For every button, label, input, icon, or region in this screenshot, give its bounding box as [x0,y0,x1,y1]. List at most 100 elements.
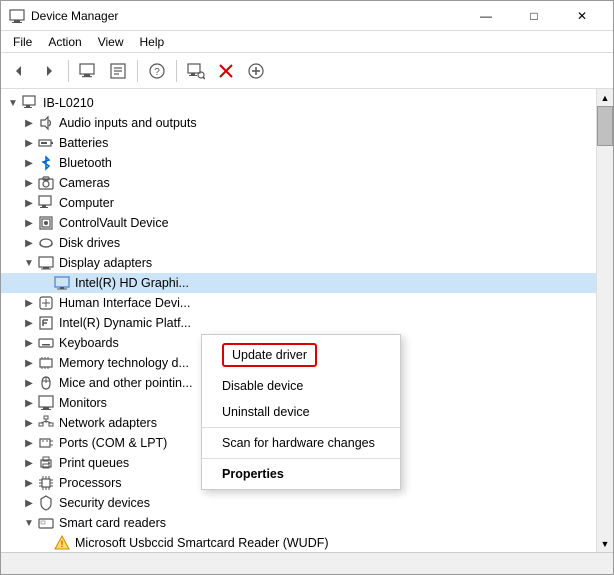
svg-text:?: ? [154,67,160,78]
expander[interactable]: ▶ [21,495,37,511]
root-expander[interactable]: ▼ [5,95,21,111]
intel-icon [37,314,55,332]
root-label: IB-L0210 [43,96,94,110]
window-controls: — □ ✕ [463,1,605,31]
item-label: Smart card readers [59,516,166,530]
context-disable-device[interactable]: Disable device [202,373,400,399]
list-item[interactable]: ▼ Smart card readers [1,513,596,533]
minimize-button[interactable]: — [463,1,509,31]
display-item-icon [53,274,71,292]
scroll-thumb[interactable] [597,106,613,146]
expander[interactable]: ▶ [21,155,37,171]
close-button[interactable]: ✕ [559,1,605,31]
expander[interactable]: ▶ [21,195,37,211]
expander[interactable]: ▶ [21,315,37,331]
item-label: Computer [59,196,114,210]
item-label: Processors [59,476,122,490]
update-driver-label[interactable]: Update driver [222,343,317,367]
print-icon [37,454,55,472]
menu-help[interactable]: Help [132,33,173,51]
expander[interactable]: ▼ [21,255,37,271]
delete-btn[interactable] [212,57,240,85]
expander[interactable]: ▶ [21,135,37,151]
list-item[interactable]: ▶ Bluetooth [1,153,596,173]
list-item[interactable]: ▶ Intel(R) Dynamic Platf... [1,313,596,333]
context-uninstall-device[interactable]: Uninstall device [202,399,400,425]
ports-icon [37,434,55,452]
menu-file[interactable]: File [5,33,40,51]
toolbar: ? [1,53,613,89]
toolbar-sep-1 [68,60,69,82]
scan-btn[interactable] [182,57,210,85]
help-btn[interactable]: ? [143,57,171,85]
expander[interactable]: ▶ [21,215,37,231]
expander[interactable]: ▶ [21,335,37,351]
status-bar [1,552,613,574]
item-label: Memory technology d... [59,356,189,370]
expander[interactable]: ▶ [21,395,37,411]
item-label: Audio inputs and outputs [59,116,197,130]
menu-bar: File Action View Help [1,31,613,53]
context-update-driver[interactable]: Update driver [202,337,400,373]
battery-icon [37,134,55,152]
context-scan-hardware[interactable]: Scan for hardware changes [202,430,400,456]
expander[interactable]: ▼ [21,515,37,531]
expander[interactable]: ▶ [21,295,37,311]
add-btn[interactable] [242,57,270,85]
list-item[interactable]: ▶ Audio inputs and outputs [1,113,596,133]
vertical-scrollbar[interactable]: ▲ ▼ [596,89,613,552]
item-label: Disk drives [59,236,120,250]
list-item[interactable]: ▶ Batteries [1,133,596,153]
item-label: Security devices [59,496,150,510]
monitor-icon [37,394,55,412]
list-item[interactable]: ▶ Disk drives [1,233,596,253]
expander[interactable]: ▶ [21,415,37,431]
audio-icon [37,114,55,132]
disk-icon [37,234,55,252]
security-icon [37,494,55,512]
smartcard-icon [37,514,55,532]
scroll-up-button[interactable]: ▲ [597,89,613,106]
expander[interactable]: ▶ [21,115,37,131]
computer-icon [37,194,55,212]
list-item[interactable]: ▶ ControlVault Device [1,213,596,233]
hid-icon [37,294,55,312]
item-label: Human Interface Devi... [59,296,190,310]
context-menu: Update driver Disable device Uninstall d… [201,334,401,490]
expander[interactable]: ▶ [21,355,37,371]
tree-root[interactable]: ▼ IB-L0210 [1,93,596,113]
list-item[interactable]: ▶ Human Interface Devi... [1,293,596,313]
expander[interactable]: ▶ [21,455,37,471]
menu-action[interactable]: Action [40,33,89,51]
list-item[interactable]: ▶ Cameras [1,173,596,193]
properties-btn[interactable] [104,57,132,85]
expander[interactable]: ▶ [21,375,37,391]
menu-view[interactable]: View [90,33,132,51]
expander[interactable]: ▶ [21,435,37,451]
list-item[interactable]: ▶ Security devices [1,493,596,513]
list-item[interactable]: ▶ Intel(R) HD Graphi... [1,273,596,293]
device-manager-icon-btn[interactable] [74,57,102,85]
network-icon [37,414,55,432]
forward-button[interactable] [35,57,63,85]
item-label: Intel(R) Dynamic Platf... [59,316,191,330]
memory-icon [37,354,55,372]
list-item[interactable]: ▶ ! Microsoft Usbccid Smartcard Reader (… [1,533,596,552]
expander[interactable]: ▶ [21,475,37,491]
list-item[interactable]: ▶ Computer [1,193,596,213]
context-properties[interactable]: Properties [202,461,400,487]
keyboard-icon [37,334,55,352]
list-item[interactable]: ▼ Display adapters [1,253,596,273]
scroll-down-button[interactable]: ▼ [597,535,613,552]
expander[interactable]: ▶ [21,175,37,191]
context-separator-1 [202,427,400,428]
bluetooth-icon [37,154,55,172]
expander[interactable]: ▶ [21,235,37,251]
maximize-button[interactable]: □ [511,1,557,31]
item-label: Batteries [59,136,108,150]
back-button[interactable] [5,57,33,85]
computer-icon [21,94,39,112]
item-label: Keyboards [59,336,119,350]
item-label: Microsoft Usbccid Smartcard Reader (WUDF… [75,536,329,550]
scroll-track[interactable] [597,106,613,535]
